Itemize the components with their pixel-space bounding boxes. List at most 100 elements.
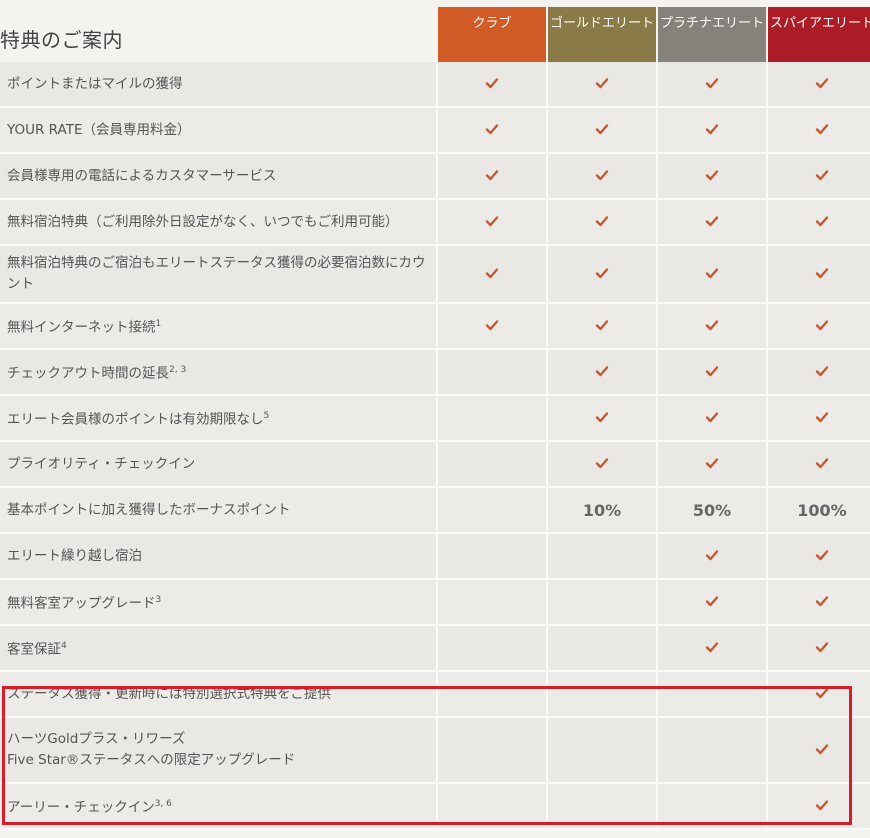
check-icon (815, 409, 829, 428)
tier-cell-1 (548, 350, 656, 394)
table-row: 無料客室アップグレード3 (0, 580, 870, 626)
check-icon (815, 741, 829, 760)
tier-cell-0 (438, 304, 546, 348)
footnote-ref: 3, 6 (154, 798, 172, 809)
table-row: 無料宿泊特典のご宿泊もエリートステータス獲得の必要宿泊数にカウント (0, 246, 870, 304)
check-icon (705, 317, 719, 336)
tier-cell-1 (548, 396, 656, 440)
tier-cell-0 (438, 108, 546, 152)
check-icon (815, 167, 829, 186)
check-icon (705, 409, 719, 428)
tier-cell-2 (658, 442, 766, 486)
table-row: ハーツGoldプラス・リワーズ Five Star®ステータスへの限定アップグレ… (0, 718, 870, 784)
check-icon (595, 75, 609, 94)
check-icon (595, 213, 609, 232)
benefit-label: 無料インターネット接続1 (7, 318, 162, 336)
tier-cell-2 (658, 626, 766, 670)
tier-cell-3 (768, 784, 870, 828)
footnote-ref: 4 (61, 640, 67, 651)
tier-cell-2 (658, 350, 766, 394)
tier-cell-1 (548, 626, 656, 670)
tier-cell-2 (658, 580, 766, 624)
table-row: チェックアウト時間の延長2, 3 (0, 350, 870, 396)
tier-cell-1 (548, 108, 656, 152)
check-icon (595, 455, 609, 474)
tier-cell-1 (548, 246, 656, 302)
tier-header-3: スパイアエリート (768, 7, 870, 62)
bonus-percent: 100% (797, 500, 847, 520)
check-icon (595, 265, 609, 284)
tier-cell-0 (438, 784, 546, 828)
tier-cell-2 (658, 200, 766, 244)
table-row: ポイントまたはマイルの獲得 (0, 62, 870, 108)
benefit-label: 無料宿泊特典（ご利用除外日設定がなく、いつでもご利用可能） (7, 213, 399, 230)
benefit-label: 無料宿泊特典のご宿泊もエリートステータス獲得の必要宿泊数にカウント (7, 255, 426, 292)
footnote-ref: 3 (155, 594, 162, 605)
bonus-percent: 50% (692, 500, 732, 520)
tier-cell-0 (438, 396, 546, 440)
tier-cell-1 (548, 200, 656, 244)
tier-cell-2 (658, 108, 766, 152)
check-icon (485, 317, 499, 336)
tier-cell-1 (548, 442, 656, 486)
benefit-label: YOUR RATE（会員専用料金） (7, 121, 191, 138)
tier-cell-0 (438, 672, 546, 716)
tier-cell-0 (438, 154, 546, 198)
check-icon (705, 547, 719, 566)
benefit-label: ポイントまたはマイルの獲得 (7, 75, 183, 92)
tier-cell-3 (768, 672, 870, 716)
tier-cell-1 (548, 304, 656, 348)
tier-cell-3 (768, 108, 870, 152)
table-row: 無料インターネット接続1 (0, 304, 870, 350)
check-icon (815, 213, 829, 232)
tier-cell-3 (768, 304, 870, 348)
benefit-label: 無料客室アップグレード3 (7, 594, 162, 612)
check-icon (595, 317, 609, 336)
benefit-label: チェックアウト時間の延長2, 3 (7, 364, 187, 382)
table-row: 基本ポイントに加え獲得したボーナスポイント 10% 50% 100% (0, 488, 870, 534)
check-icon (595, 167, 609, 186)
tier-cell-0 (438, 580, 546, 624)
check-icon (815, 75, 829, 94)
check-icon (705, 639, 719, 658)
table-row: プライオリティ・チェックイン (0, 442, 870, 488)
tier-cell-3 (768, 442, 870, 486)
tier-cell-2 (658, 62, 766, 106)
table-row: 客室保証4 (0, 626, 870, 672)
tier-cell-2 (658, 784, 766, 828)
tier-cell-3 (768, 534, 870, 578)
tier-cell-1 (548, 580, 656, 624)
benefit-label: ハーツGoldプラス・リワーズ Five Star®ステータスへの限定アップグレ… (7, 731, 296, 768)
check-icon (815, 685, 829, 704)
tier-cell-0 (438, 626, 546, 670)
benefit-label: 客室保証4 (7, 640, 67, 658)
tier-cell-3 (768, 154, 870, 198)
tier-cell-0 (438, 62, 546, 106)
tier-cell-2 (658, 246, 766, 302)
tier-cell-2 (658, 534, 766, 578)
tier-cell-2 (658, 304, 766, 348)
tier-cell-3 (768, 350, 870, 394)
benefit-label: エリート会員様のポイントは有効期限なし5 (7, 410, 270, 428)
benefit-label: 会員様専用の電話によるカスタマーサービス (7, 167, 277, 184)
tier-cell-3 (768, 718, 870, 782)
tier-cell-2: 50% (658, 488, 766, 532)
tier-cell-2 (658, 718, 766, 782)
table-row: アーリー・チェックイン3, 6 (0, 784, 870, 830)
check-icon (705, 167, 719, 186)
check-icon (815, 121, 829, 140)
check-icon (705, 363, 719, 382)
benefit-label: アーリー・チェックイン3, 6 (7, 798, 172, 816)
check-icon (595, 121, 609, 140)
tier-cell-3 (768, 246, 870, 302)
tier-cell-3 (768, 626, 870, 670)
tier-header-0: クラブ (438, 7, 546, 62)
benefit-label: 基本ポイントに加え獲得したボーナスポイント (7, 501, 291, 518)
tier-header-1: ゴールドエリート (548, 7, 656, 62)
table-row: 会員様専用の電話によるカスタマーサービス (0, 154, 870, 200)
check-icon (485, 75, 499, 94)
tier-cell-2 (658, 396, 766, 440)
check-icon (815, 317, 829, 336)
benefits-table: ポイントまたはマイルの獲得 YOUR RATE（会員専用料金） 会員様専用の電話によ… (0, 62, 870, 830)
tier-cell-3 (768, 200, 870, 244)
